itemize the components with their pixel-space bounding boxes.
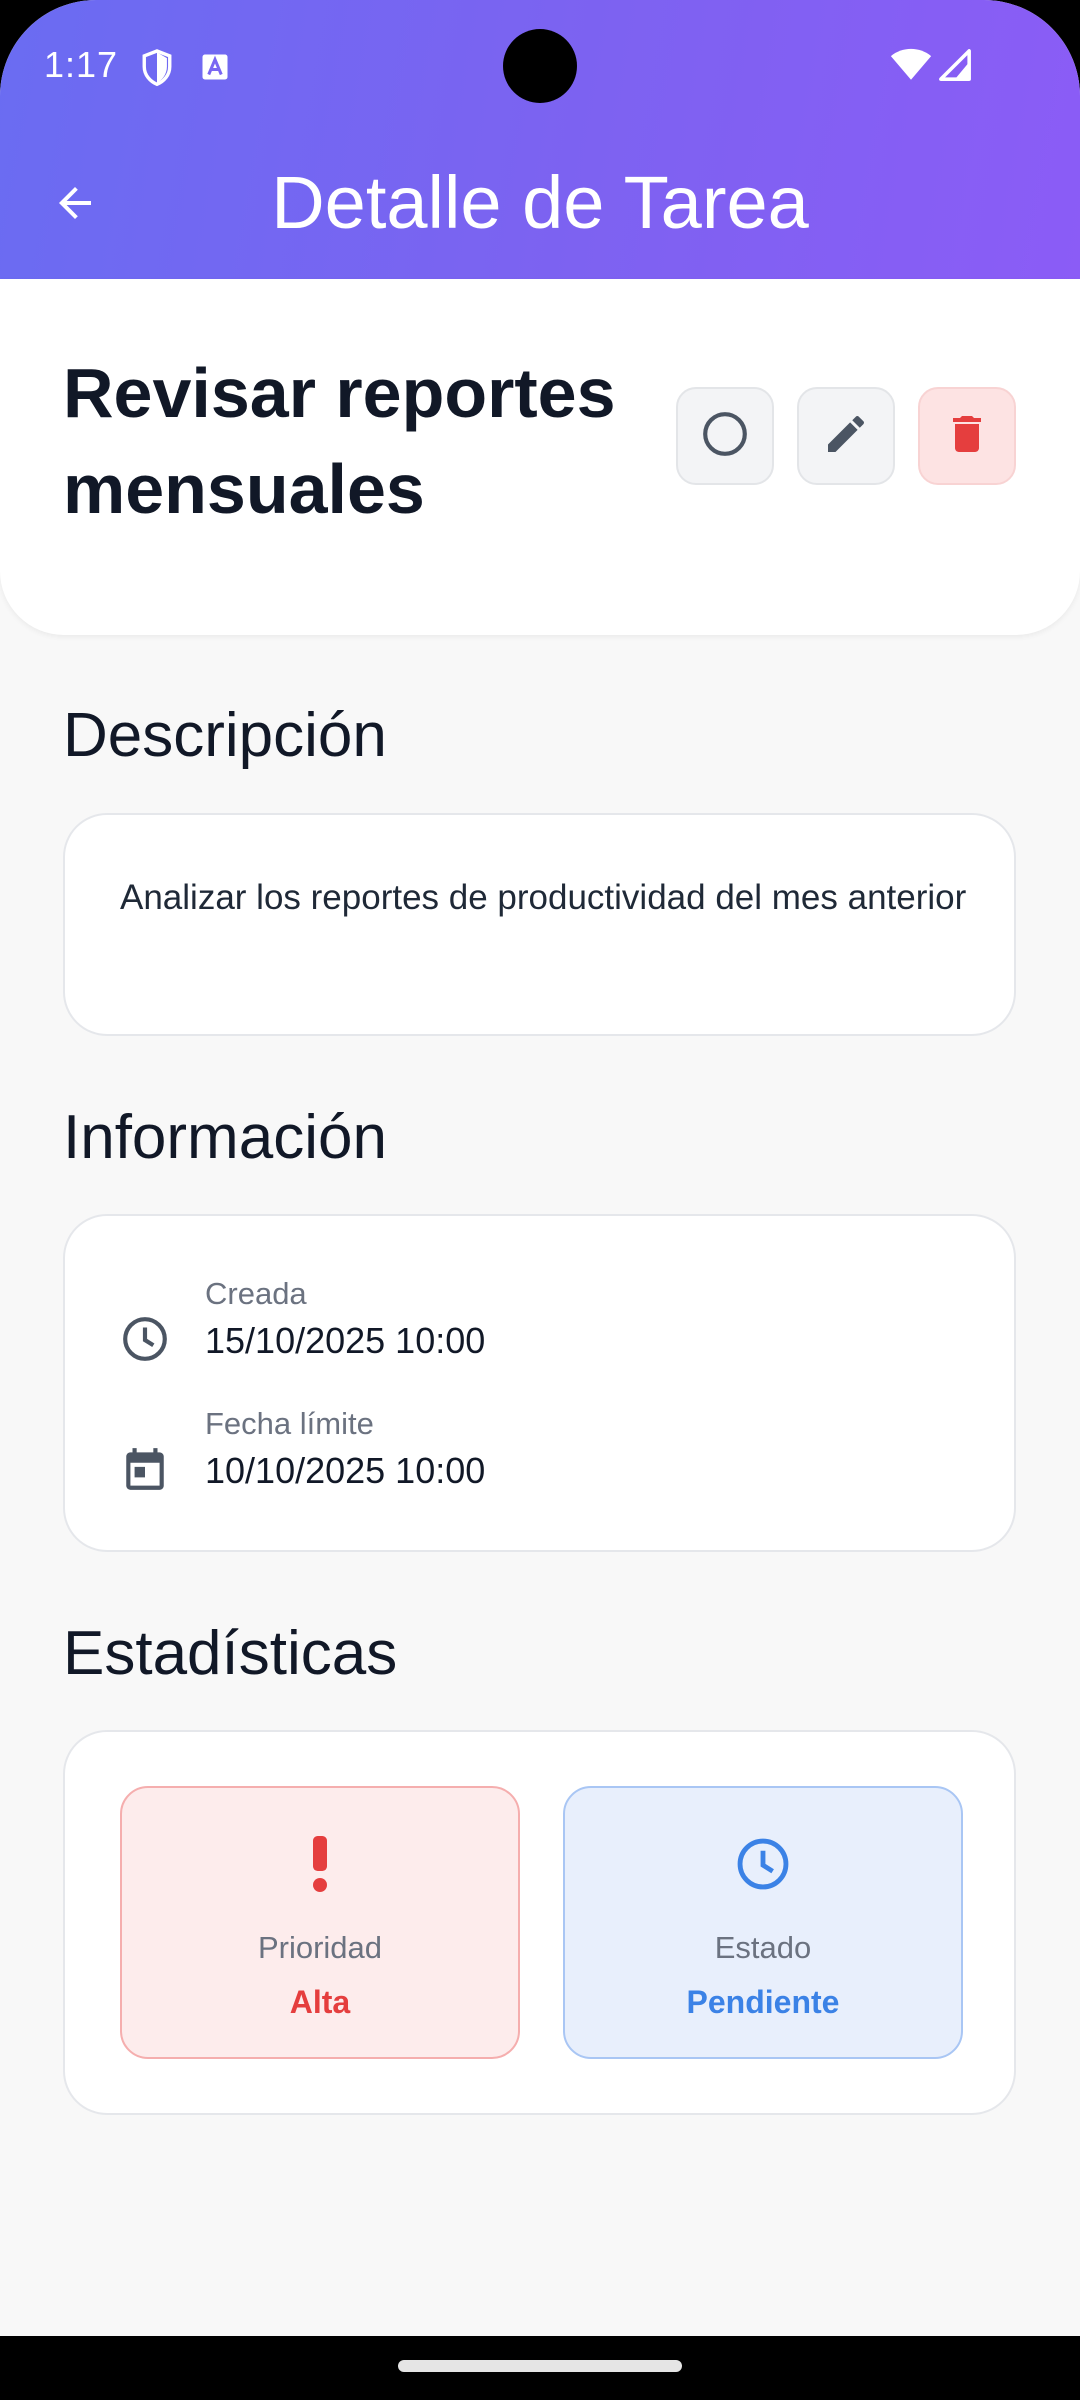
task-title: Revisar reportes mensuales [63,354,616,528]
info-heading: Información [63,1103,387,1172]
screen: 1:17 Detalle de Tarea Revisar reportes m… [0,0,1080,2336]
edit-button[interactable] [797,387,895,485]
page-title: Detalle de Tarea [271,161,809,244]
pencil-icon [822,410,870,463]
camera-cutout [503,29,577,103]
due-date-label: Fecha límite [205,1406,374,1441]
status-time: 1:17 [44,44,119,85]
toggle-complete-button[interactable] [676,387,774,485]
created-value: 15/10/2025 10:00 [205,1320,486,1361]
circle-outline-icon [700,409,750,464]
status-bar: 1:17 [0,0,1080,135]
created-row: Creada 15/10/2025 10:00 [65,1276,1014,1386]
info-card: Creada 15/10/2025 10:00 Fecha límite 10/… [63,1214,1016,1552]
cellular-signal-icon [938,48,972,87]
created-label: Creada [205,1276,307,1311]
priority-label: Prioridad [257,1930,383,1965]
description-heading: Descripción [63,701,387,770]
exclamation-icon [122,1832,518,1896]
stats-heading: Estadísticas [63,1619,398,1688]
description-card: Analizar los reportes de productividad d… [63,813,1016,1036]
home-indicator[interactable] [398,2360,682,2372]
clock-icon [565,1832,961,1896]
trash-icon [943,410,991,463]
due-date-row: Fecha límite 10/10/2025 10:00 [65,1406,1014,1516]
status-value: Pendiente [686,1984,840,2020]
stats-card: Prioridad Alta Estado Pendiente [63,1730,1016,2115]
app-header: 1:17 Detalle de Tarea [0,0,1080,279]
accessibility-icon [200,52,230,87]
status-stat: Estado Pendiente [563,1786,963,2059]
clock-icon [120,1314,170,1364]
calendar-icon [120,1444,170,1494]
priority-stat: Prioridad Alta [120,1786,520,2059]
task-title-card: Revisar reportes mensuales [0,279,1080,635]
priority-value: Alta [289,1984,351,2020]
description-text: Analizar los reportes de productividad d… [120,878,967,917]
delete-button[interactable] [918,387,1016,485]
due-date-value: 10/10/2025 10:00 [205,1450,486,1491]
wifi-icon [890,46,932,87]
status-label: Estado [714,1930,812,1965]
shield-icon [140,48,174,93]
